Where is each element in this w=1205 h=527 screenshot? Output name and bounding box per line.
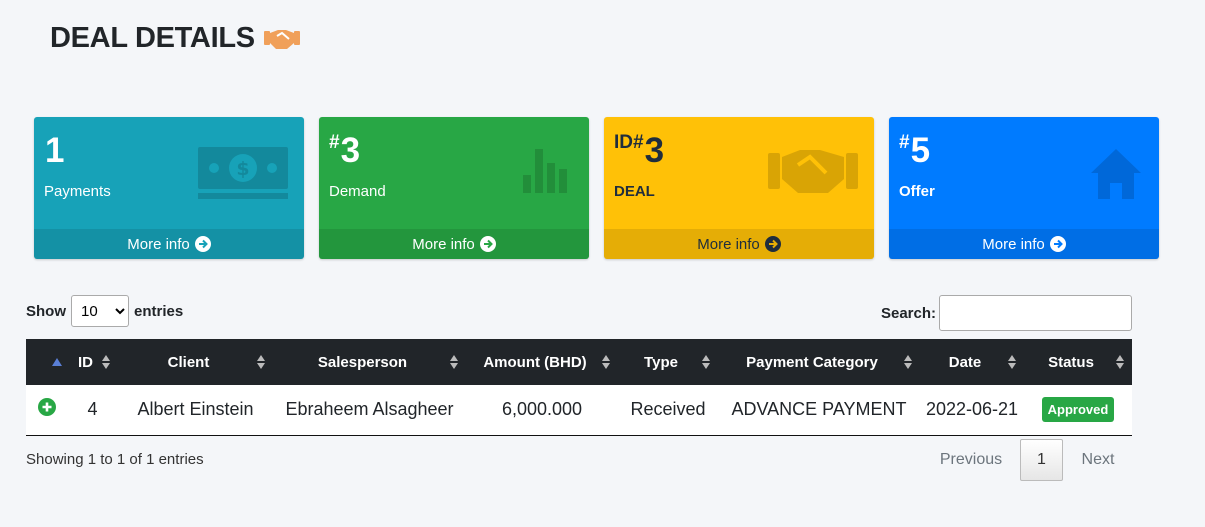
page-title: DEAL DETAILS bbox=[50, 22, 301, 55]
cell-payment-category: ADVANCE PAYMENT bbox=[718, 385, 920, 436]
deal-prefix: ID# bbox=[614, 132, 644, 153]
cell-salesperson: Ebraheem Alsagheer bbox=[273, 385, 466, 436]
page-title-text: DEAL DETAILS bbox=[50, 22, 255, 54]
table-header-row: ID Client Salesperson Amount (BHD) Type … bbox=[26, 339, 1132, 385]
cell-date: 2022-06-21 bbox=[920, 385, 1024, 436]
cell-id: 4 bbox=[67, 385, 118, 436]
deal-more-info-link[interactable]: More info bbox=[604, 229, 874, 259]
column-label: Status bbox=[1048, 353, 1094, 371]
column-header-amount[interactable]: Amount (BHD) bbox=[466, 339, 618, 385]
offer-more-info-link[interactable]: More info bbox=[889, 229, 1159, 259]
show-label: Show bbox=[26, 302, 66, 320]
column-header-client[interactable]: Client bbox=[118, 339, 273, 385]
previous-page-button[interactable]: Previous bbox=[922, 451, 1020, 469]
search-label: Search: bbox=[880, 304, 936, 322]
page-1-button[interactable]: 1 bbox=[1020, 439, 1063, 481]
table-row: 4 Albert Einstein Ebraheem Alsagheer 6,0… bbox=[26, 385, 1132, 436]
offer-more-info-label: More info bbox=[982, 235, 1045, 253]
payments-more-info-label: More info bbox=[127, 235, 190, 253]
column-label: Date bbox=[948, 353, 982, 371]
sort-icon bbox=[1116, 355, 1124, 373]
column-label: Client bbox=[167, 353, 210, 371]
arrow-circle-right-icon bbox=[764, 236, 781, 252]
cell-amount: 6,000.000 bbox=[466, 385, 618, 436]
offer-label: Offer bbox=[899, 183, 935, 200]
arrow-circle-right-icon bbox=[479, 236, 496, 252]
bar-chart-icon bbox=[521, 147, 573, 200]
payments-count: 1 bbox=[44, 131, 111, 171]
handshake-icon bbox=[768, 147, 858, 200]
demand-more-info-label: More info bbox=[412, 235, 475, 253]
search-input[interactable] bbox=[939, 295, 1132, 331]
column-label: Salesperson bbox=[317, 353, 408, 371]
column-label: Type bbox=[644, 353, 678, 371]
sort-icon bbox=[257, 355, 265, 373]
entries-length-control: Show 10 25 50 100 entries bbox=[26, 295, 183, 327]
deal-count: ID# 3 bbox=[614, 131, 664, 171]
sort-icon bbox=[602, 355, 610, 373]
cell-type: Received bbox=[618, 385, 718, 436]
handshake-icon bbox=[263, 26, 301, 52]
table-search: Search: bbox=[881, 295, 1132, 331]
deal-box: ID# 3 DEAL More info bbox=[604, 117, 874, 259]
column-header-date[interactable]: Date bbox=[920, 339, 1024, 385]
demand-more-info-link[interactable]: More info bbox=[319, 229, 589, 259]
deal-value: 3 bbox=[644, 131, 665, 170]
offer-value: 5 bbox=[910, 131, 931, 170]
demand-count: # 3 bbox=[329, 131, 386, 171]
demand-box: # 3 Demand More info bbox=[319, 117, 589, 259]
deals-table: ID Client Salesperson Amount (BHD) Type … bbox=[26, 339, 1132, 436]
sort-icon bbox=[904, 355, 912, 373]
demand-label: Demand bbox=[329, 183, 386, 200]
payments-value: 1 bbox=[45, 131, 65, 170]
offer-count: # 5 bbox=[899, 131, 935, 171]
column-header-salesperson[interactable]: Salesperson bbox=[273, 339, 466, 385]
sort-icon bbox=[102, 355, 110, 373]
money-bill-icon: $ bbox=[198, 147, 288, 208]
entries-label: entries bbox=[134, 302, 184, 320]
pagination: Previous 1 Next bbox=[922, 439, 1133, 481]
cell-client: Albert Einstein bbox=[118, 385, 273, 436]
column-header-id[interactable]: ID bbox=[67, 339, 118, 385]
next-page-button[interactable]: Next bbox=[1063, 451, 1133, 469]
expand-cell bbox=[26, 385, 67, 436]
column-header-control[interactable] bbox=[26, 339, 67, 385]
column-label: Payment Category bbox=[746, 353, 878, 371]
svg-text:$: $ bbox=[236, 158, 249, 180]
expand-row-plus-icon[interactable] bbox=[37, 398, 56, 417]
table-info: Showing 1 to 1 of 1 entries bbox=[26, 451, 204, 468]
sort-icon bbox=[1008, 355, 1016, 373]
arrow-circle-right-icon bbox=[194, 236, 211, 252]
deal-label: DEAL bbox=[614, 183, 655, 200]
entries-per-page-select[interactable]: 10 25 50 100 bbox=[71, 295, 129, 327]
cell-status: Approved bbox=[1024, 385, 1132, 436]
arrow-circle-right-icon bbox=[1049, 236, 1066, 252]
status-badge: Approved bbox=[1041, 397, 1115, 423]
offer-box: # 5 Offer More info bbox=[889, 117, 1159, 259]
home-icon bbox=[1089, 147, 1143, 206]
column-header-type[interactable]: Type bbox=[618, 339, 718, 385]
deal-more-info-label: More info bbox=[697, 235, 760, 253]
demand-value: 3 bbox=[340, 131, 361, 170]
payments-label: Payments bbox=[44, 183, 111, 200]
demand-prefix: # bbox=[329, 132, 340, 153]
payments-box: 1 Payments $ More info bbox=[34, 117, 304, 259]
column-label: ID bbox=[78, 353, 93, 371]
sort-icon bbox=[702, 355, 710, 373]
column-header-status[interactable]: Status bbox=[1024, 339, 1132, 385]
sort-icon bbox=[450, 355, 458, 373]
sort-asc-icon bbox=[52, 353, 62, 370]
offer-prefix: # bbox=[899, 132, 910, 153]
payments-more-info-link[interactable]: More info bbox=[34, 229, 304, 259]
column-label: Amount (BHD) bbox=[483, 353, 587, 371]
column-header-payment-category[interactable]: Payment Category bbox=[718, 339, 920, 385]
